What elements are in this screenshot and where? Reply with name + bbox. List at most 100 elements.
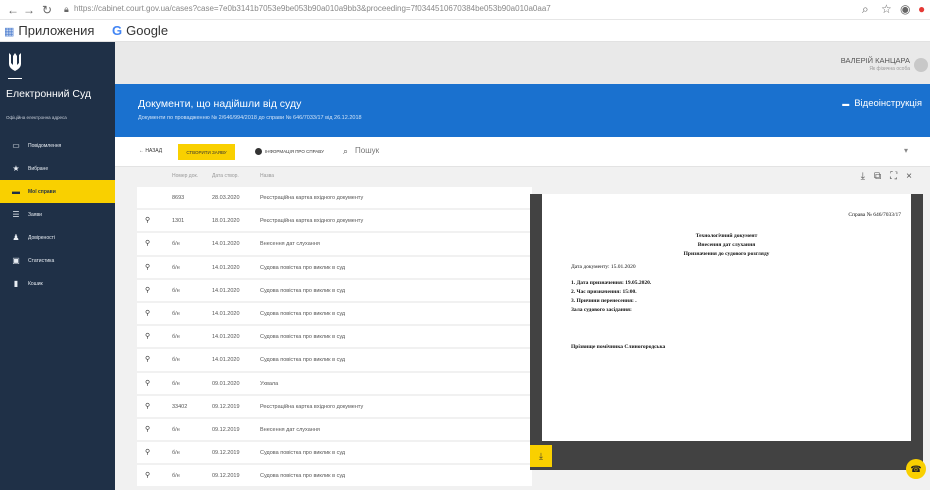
page-subtitle: Документи по провадженню № 2/646/994/201… — [138, 115, 362, 121]
chevron-down-icon[interactable]: ▾ — [904, 146, 908, 155]
attachment-icon[interactable]: ⚲ — [145, 286, 150, 294]
table-row[interactable]: ⚲ б/н 14.01.2020 Судова повістка про виклик… — [137, 349, 532, 373]
sidebar-item-trash[interactable]: ▮ Кошик — [0, 272, 115, 295]
cell-name: Судова повістка про виклик в суд — [260, 264, 346, 271]
attachment-icon[interactable]: ⚲ — [145, 239, 150, 247]
user-name[interactable]: ВАЛЕРІЙ КАНЦАРА — [841, 56, 910, 65]
table-row[interactable]: ⚲ б/н 09.12.2019 Внесення дат слухання — [137, 418, 532, 443]
star-icon: ★ — [12, 164, 20, 173]
cell-name: Судова повістка про виклик в суд — [260, 334, 346, 341]
download-icon[interactable]: ⤓ — [861, 171, 865, 182]
opera-icon[interactable]: ● — [918, 2, 925, 16]
info-icon — [255, 148, 262, 155]
toolbar: ← НАЗАД СТВОРИТИ ЗАЯВУ ІНФОРМАЦІЯ ПРО СП… — [115, 137, 930, 167]
close-icon[interactable]: × — [906, 171, 912, 182]
table-row[interactable]: ⚲ б/н 09.01.2020 Ухвала — [137, 372, 532, 396]
document-page: Справа № 646/7033/17 Технологічний докум… — [542, 194, 911, 441]
table-row[interactable]: ⚲ б/н 09.12.2019 Судова повістка про виклик… — [137, 442, 532, 466]
sidebar-item-notifications[interactable]: ▭ Повідомлення — [0, 134, 115, 157]
folder-icon: ▬ — [12, 187, 20, 196]
fullscreen-icon[interactable]: ⛶ — [890, 171, 897, 182]
table-row[interactable]: ⚲ 1301 18.01.2020 Реєстраційна картка вхідн… — [137, 210, 532, 234]
cell-number: 8693 — [172, 195, 185, 201]
cell-name: Ухвала — [260, 380, 279, 387]
case-info-toggle[interactable]: ІНФОРМАЦІЯ ПРО СПРАВУ — [255, 148, 324, 155]
sidebar-item-favorites[interactable]: ★ Вибране — [0, 157, 115, 180]
cell-name: Реєстраційна картка вхідного документу — [260, 218, 364, 225]
attachment-icon[interactable]: ⚲ — [145, 355, 150, 363]
cell-name: Судова повістка про виклик в суд — [260, 473, 346, 480]
attachment-icon[interactable]: ⚲ — [145, 309, 150, 317]
attachment-icon[interactable]: ⚲ — [145, 402, 150, 410]
table-row[interactable]: ⚲ б/н 14.01.2020 Судова повістка про виклик… — [137, 302, 532, 327]
attachment-icon[interactable]: ⚲ — [145, 216, 150, 224]
url-field[interactable]: https://cabinet.court.gov.ua/cases?case=… — [74, 4, 794, 13]
preview-footer: ⤓ — [530, 441, 923, 470]
back-arrow-icon[interactable]: ← — [6, 3, 20, 17]
cell-number: б/н — [172, 450, 180, 457]
attachment-icon[interactable]: ⚲ — [145, 379, 150, 387]
brand-subtitle: Офіційна електронна адреса — [6, 115, 67, 120]
avatar[interactable] — [914, 58, 928, 72]
attachment-icon[interactable]: ⚲ — [145, 263, 150, 271]
column-header-date[interactable]: Дата створ. — [212, 173, 239, 179]
table-row[interactable]: 8693 28.03.2020 Реєстраційна картка вхідно… — [137, 187, 532, 211]
people-icon: ♟ — [12, 233, 20, 242]
search-input[interactable] — [355, 146, 895, 155]
create-application-button[interactable]: СТВОРИТИ ЗАЯВУ — [178, 144, 235, 160]
trident-logo-icon — [8, 52, 22, 72]
cell-name: Судова повістка про виклик в суд — [260, 310, 346, 317]
table-row[interactable]: ⚲ б/н 14.01.2020 Судова повістка про виклик… — [137, 279, 532, 303]
back-button[interactable]: ← НАЗАД — [139, 148, 162, 154]
table-row[interactable]: ⚲ б/н 09.12.2019 Судова повістка про виклик… — [137, 465, 532, 489]
attachment-icon[interactable]: ⚲ — [145, 332, 150, 340]
doc-title-1: Технологічний документ — [695, 233, 758, 239]
sidebar-item-my-cases[interactable]: ▬ Мої справи — [0, 180, 115, 203]
video-instruction-button[interactable]: ▬ Відеоінструкція — [842, 98, 922, 109]
chat-button[interactable]: ☎ — [906, 459, 926, 479]
bookmark-star-icon[interactable]: ☆ — [881, 2, 892, 16]
cell-date: 28.03.2020 — [212, 195, 240, 201]
sidebar-item-statistics[interactable]: ▣ Статистика — [0, 249, 115, 272]
cell-number: б/н — [172, 334, 180, 341]
table-row[interactable]: ⚲ б/н 14.01.2020 Судова повістка про виклик… — [137, 256, 532, 280]
sidebar-item-powers-of-attorney[interactable]: ♟ Довіреності — [0, 226, 115, 249]
cell-number: б/н — [172, 426, 180, 433]
table-row[interactable]: ⚲ 33402 09.12.2019 Реєстраційна картка вхід… — [137, 395, 532, 419]
doc-line-4: Зала судового засідання: — [571, 307, 632, 313]
brand-title: Електронний Суд — [6, 88, 92, 100]
forward-arrow-icon[interactable]: → — [22, 3, 36, 17]
user-role: Як фізична особа — [869, 66, 910, 72]
main-content: ← НАЗАД СТВОРИТИ ЗАЯВУ ІНФОРМАЦІЯ ПРО СП… — [115, 137, 930, 490]
cell-number: б/н — [172, 310, 180, 317]
reload-icon[interactable]: ↻ — [40, 3, 54, 17]
case-number: Справа № 646/7033/17 — [848, 212, 901, 218]
attachment-icon[interactable]: ⚲ — [145, 471, 150, 479]
sidebar-item-applications[interactable]: ☰ Заяви — [0, 203, 115, 226]
doc-line-1: 1. Дата призначення: 19.05.2020. — [571, 280, 652, 286]
cell-name: Судова повістка про виклик в суд — [260, 450, 346, 457]
doc-line-3: 3. Причини перенесення: . — [571, 298, 637, 304]
cell-date: 09.01.2020 — [212, 380, 240, 387]
bookmark-google[interactable]: G Google — [112, 23, 168, 38]
table-row[interactable]: ⚲ б/н 14.01.2020 Внесення дат слухання — [137, 233, 532, 257]
cell-number: б/н — [172, 357, 180, 364]
doc-signature: Прізвище помічника Слиногородська — [571, 344, 666, 350]
search-icon: ⌕ — [343, 146, 349, 156]
video-icon: ▬ — [842, 101, 850, 108]
preview-tools: ⤓ ⧉ ⛶ × — [852, 171, 912, 182]
trash-icon: ▮ — [13, 279, 19, 288]
download-button[interactable]: ⤓ — [530, 445, 552, 467]
column-header-number[interactable]: Номер док. — [172, 173, 198, 179]
column-header-name[interactable]: Назва — [260, 173, 274, 179]
table-header: Номер док. Дата створ. Назва ⤓ ⧉ ⛶ × — [115, 167, 930, 187]
attachment-icon[interactable]: ⚲ — [145, 425, 150, 433]
attachment-icon[interactable]: ⚲ — [145, 448, 150, 456]
cell-date: 14.01.2020 — [212, 310, 240, 317]
open-external-icon[interactable]: ⧉ — [874, 171, 881, 182]
brand-divider — [8, 78, 22, 79]
table-row[interactable]: ⚲ б/н 14.01.2020 Судова повістка про виклик… — [137, 326, 532, 350]
bookmark-apps[interactable]: ▦ Приложения — [4, 23, 94, 38]
account-icon[interactable]: ◉ — [900, 2, 910, 16]
zoom-icon[interactable]: ⌕ — [862, 2, 869, 17]
